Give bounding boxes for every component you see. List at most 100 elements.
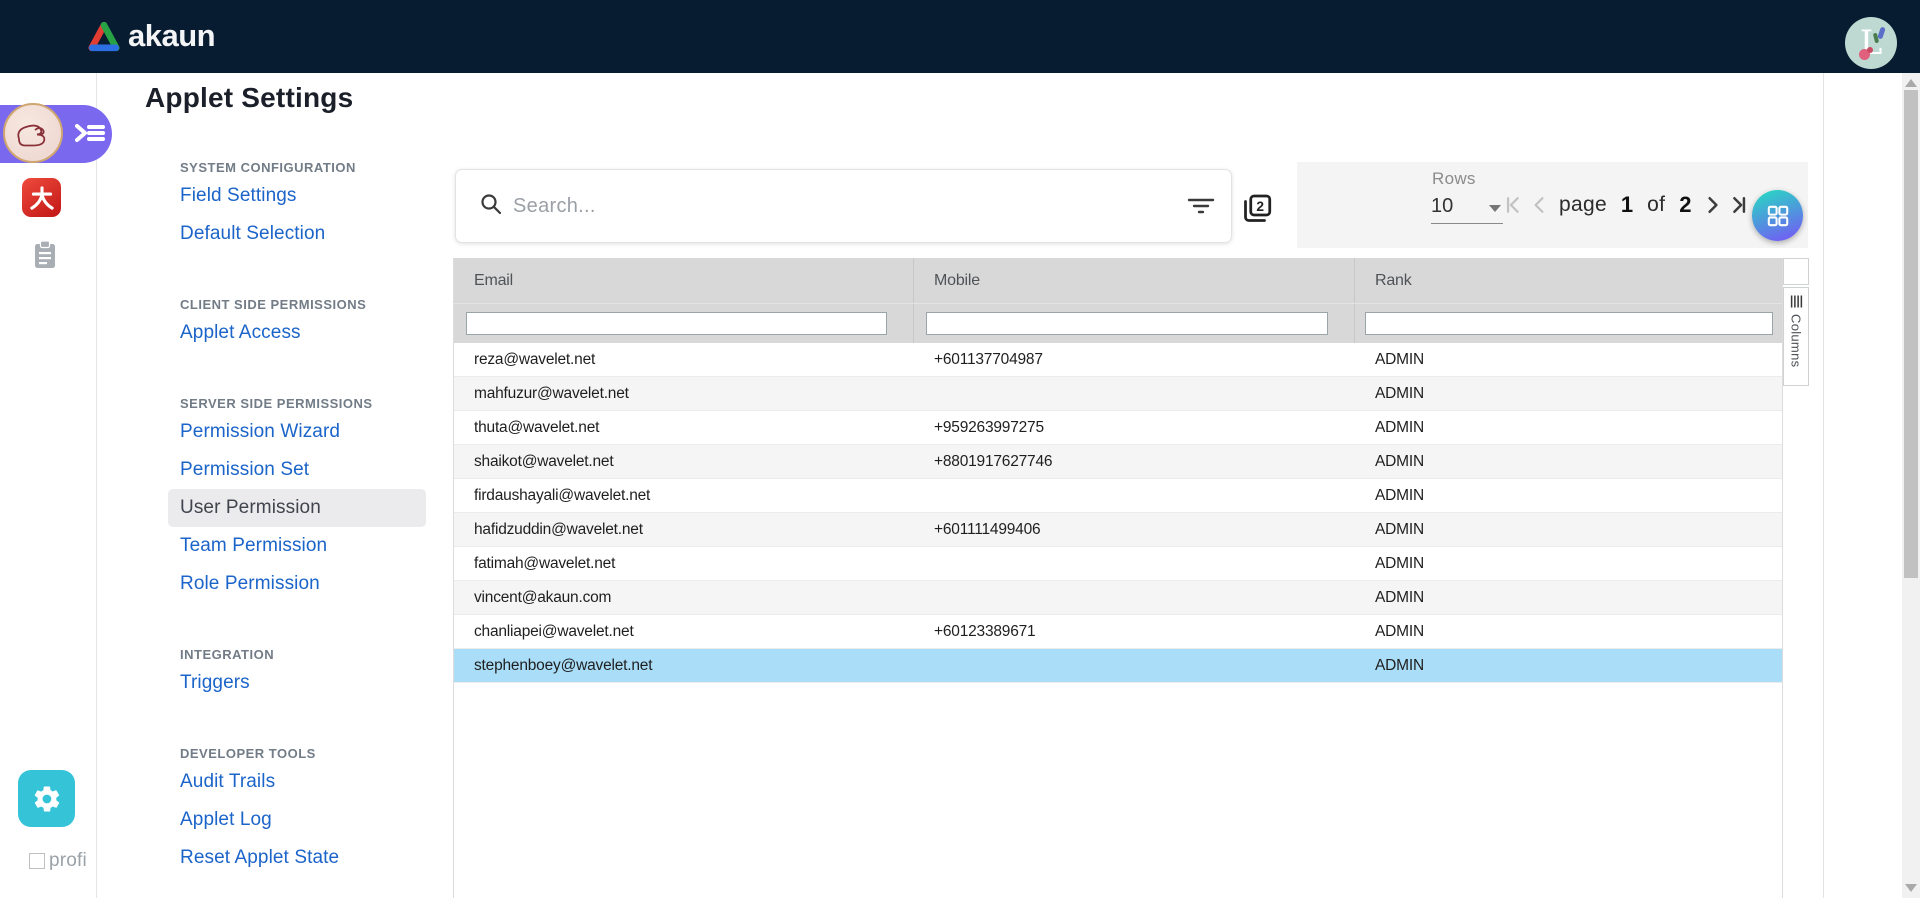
- akaun-logo[interactable]: akaun: [88, 18, 215, 54]
- rank-filter-input[interactable]: [1365, 312, 1773, 335]
- sidebar-item-triggers[interactable]: Triggers: [168, 664, 426, 702]
- sidebar-item-field-settings[interactable]: Field Settings: [168, 177, 426, 215]
- grid-view-button[interactable]: [1752, 190, 1803, 241]
- sidebar-item-user-permission[interactable]: User Permission: [168, 489, 426, 527]
- akaun-triangle-icon: [88, 21, 120, 52]
- table-row[interactable]: fatimah@wavelet.net ADMIN: [454, 547, 1782, 581]
- cell-mobile: [914, 377, 1355, 410]
- email-filter-input[interactable]: [466, 312, 887, 335]
- sidebar-item-default-selection[interactable]: Default Selection: [168, 215, 426, 253]
- cell-mobile: +601137704987: [914, 343, 1355, 376]
- cell-email: shaikot@wavelet.net: [454, 445, 914, 478]
- rows-label: Rows: [1432, 169, 1476, 189]
- cell-mobile: +60123389671: [914, 615, 1355, 648]
- cell-rank: ADMIN: [1355, 445, 1783, 478]
- pager: page 1 of 2: [1503, 162, 1749, 248]
- extension-pill-overlay: [0, 105, 112, 163]
- filter-list-icon[interactable]: [1187, 195, 1215, 217]
- chevron-down-icon: [1489, 205, 1501, 212]
- cell-email: chanliapei@wavelet.net: [454, 615, 914, 648]
- cell-email: fatimah@wavelet.net: [454, 547, 914, 580]
- sidebar-item-team-permission[interactable]: Team Permission: [168, 527, 426, 565]
- next-page-button[interactable]: [1704, 196, 1722, 214]
- rows-per-page-value: 10: [1431, 195, 1453, 218]
- cell-mobile: +959263997275: [914, 411, 1355, 444]
- sidebar-item-permission-set[interactable]: Permission Set: [168, 451, 426, 489]
- logo-wordmark: akaun: [128, 18, 215, 54]
- sidebar-section-header: SYSTEM CONFIGURATION: [180, 160, 426, 175]
- cell-email: vincent@akaun.com: [454, 581, 914, 614]
- cell-mobile: +8801917627746: [914, 445, 1355, 478]
- cell-rank: ADMIN: [1355, 343, 1783, 376]
- cell-rank: ADMIN: [1355, 649, 1783, 682]
- cell-rank: ADMIN: [1355, 479, 1783, 512]
- mobile-filter-input[interactable]: [926, 312, 1328, 335]
- page-title: Applet Settings: [145, 82, 353, 114]
- search-input[interactable]: [513, 195, 1187, 218]
- sidebar-item-role-permission[interactable]: Role Permission: [168, 565, 426, 603]
- scroll-up-arrow-icon[interactable]: [1905, 79, 1917, 87]
- rows-per-page-select[interactable]: 10: [1431, 192, 1503, 224]
- sidebar-item-applet-log[interactable]: Applet Log: [168, 801, 426, 839]
- cell-rank: ADMIN: [1355, 615, 1783, 648]
- table-corner-box: [1783, 258, 1809, 285]
- avatar-flower-icon: [1867, 47, 1873, 53]
- profi-checkbox-row: profi: [29, 850, 87, 872]
- vertical-scrollbar[interactable]: [1902, 73, 1920, 898]
- sidebar-nav: SYSTEM CONFIGURATIONField SettingsDefaul…: [180, 160, 426, 877]
- settings-gear-button[interactable]: [18, 770, 75, 827]
- terminal-prompt-icon[interactable]: [74, 120, 106, 151]
- table-header-row: Email Mobile Rank: [454, 258, 1782, 303]
- sidebar-section-header: DEVELOPER TOOLS: [180, 746, 426, 761]
- columns-icon: [1790, 295, 1803, 308]
- current-page-number: 1: [1621, 192, 1633, 218]
- table-row[interactable]: shaikot@wavelet.net+8801917627746ADMIN: [454, 445, 1782, 479]
- user-avatar[interactable]: L: [1845, 17, 1897, 69]
- column-header-email[interactable]: Email: [454, 258, 914, 303]
- cell-email: stephenboey@wavelet.net: [454, 649, 914, 682]
- sidebar-item-reset-applet-state[interactable]: Reset Applet State: [168, 839, 426, 877]
- sidebar-section: SERVER SIDE PERMISSIONSPermission Wizard…: [180, 396, 426, 603]
- table-row[interactable]: chanliapei@wavelet.net+60123389671ADMIN: [454, 615, 1782, 649]
- sidebar-section-header: CLIENT SIDE PERMISSIONS: [180, 297, 426, 312]
- first-page-button[interactable]: [1503, 196, 1521, 214]
- table-row[interactable]: stephenboey@wavelet.net ADMIN: [454, 649, 1782, 683]
- total-pages-number: 2: [1679, 192, 1691, 218]
- cell-rank: ADMIN: [1355, 581, 1783, 614]
- table-row[interactable]: vincent@akaun.com ADMIN: [454, 581, 1782, 615]
- search-bar: [455, 169, 1232, 243]
- top-navbar: akaun L: [0, 0, 1920, 73]
- profi-checkbox[interactable]: [29, 853, 45, 869]
- svg-text:2: 2: [1256, 199, 1264, 214]
- clipboard-icon[interactable]: [33, 240, 57, 275]
- table-row[interactable]: thuta@wavelet.net+959263997275ADMIN: [454, 411, 1782, 445]
- sidebar-item-permission-wizard[interactable]: Permission Wizard: [168, 413, 426, 451]
- sidebar-item-applet-access[interactable]: Applet Access: [168, 314, 426, 352]
- sidebar-section: INTEGRATIONTriggers: [180, 647, 426, 702]
- column-header-rank[interactable]: Rank: [1355, 258, 1783, 303]
- columns-panel-toggle[interactable]: Columns: [1783, 287, 1809, 386]
- table-body: reza@wavelet.net+601137704987ADMINmahfuz…: [454, 343, 1782, 683]
- prev-page-button[interactable]: [1530, 196, 1548, 214]
- column-header-mobile[interactable]: Mobile: [914, 258, 1355, 303]
- pagination-panel: Rows 10 page 1 of 2: [1297, 162, 1808, 248]
- table-row[interactable]: reza@wavelet.net+601137704987ADMIN: [454, 343, 1782, 377]
- table-row[interactable]: firdaushayali@wavelet.netADMIN: [454, 479, 1782, 513]
- table-row[interactable]: mahfuzur@wavelet.netADMIN: [454, 377, 1782, 411]
- user-permission-table: Email Mobile Rank reza@wavelet.net+60113…: [453, 258, 1783, 898]
- red-cjk-app-icon[interactable]: [22, 178, 61, 217]
- scroll-down-arrow-icon[interactable]: [1905, 884, 1917, 892]
- of-word: of: [1647, 193, 1665, 217]
- cell-mobile: [914, 581, 1355, 614]
- sidebar-section-header: SERVER SIDE PERMISSIONS: [180, 396, 426, 411]
- filter-2-icon[interactable]: 2: [1242, 194, 1272, 229]
- columns-label: Columns: [1789, 314, 1804, 367]
- sidebar-section-header: INTEGRATION: [180, 647, 426, 662]
- last-page-button[interactable]: [1731, 196, 1749, 214]
- scrollbar-thumb[interactable]: [1904, 90, 1918, 578]
- sidebar-item-audit-trails[interactable]: Audit Trails: [168, 763, 426, 801]
- table-row[interactable]: hafidzuddin@wavelet.net+601111499406ADMI…: [454, 513, 1782, 547]
- extension-avatar[interactable]: [3, 103, 63, 163]
- content-edge-divider: [1823, 73, 1824, 898]
- cell-rank: ADMIN: [1355, 547, 1783, 580]
